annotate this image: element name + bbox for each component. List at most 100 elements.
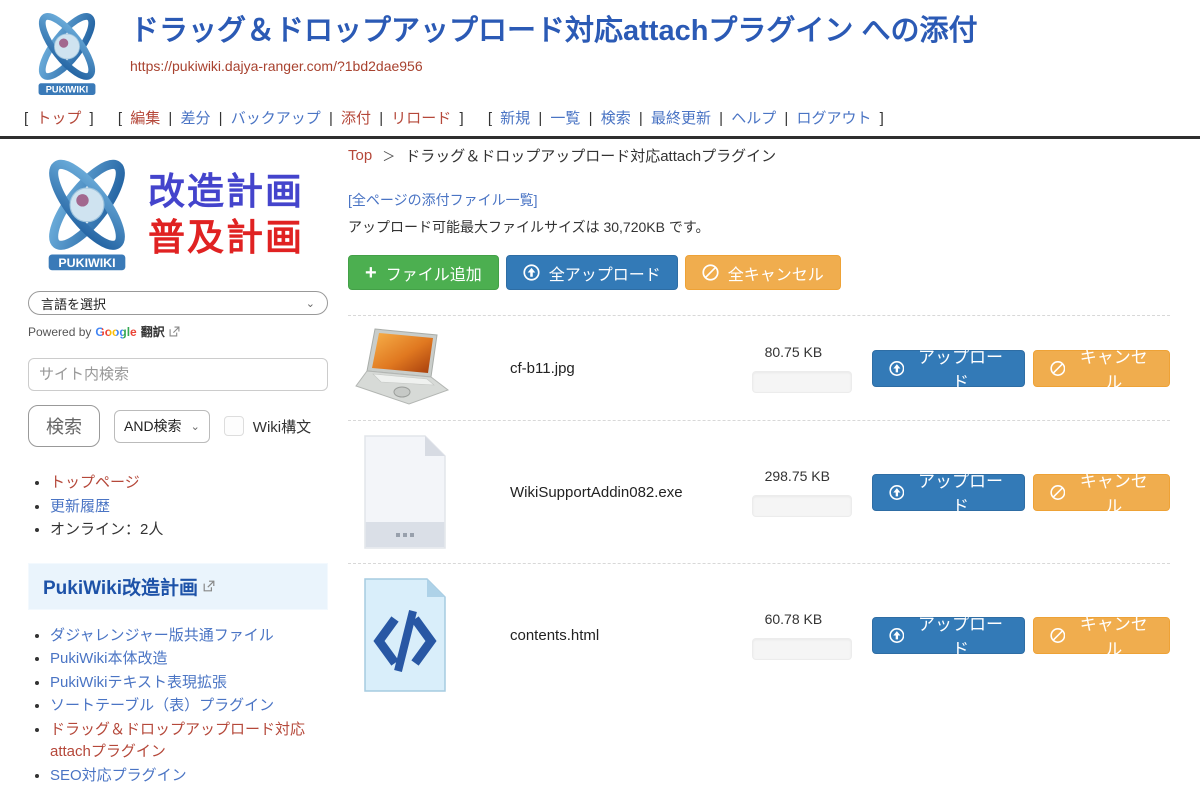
separator: |: [589, 110, 593, 127]
separator: |: [719, 110, 723, 127]
nav-list[interactable]: 一覧: [550, 110, 580, 127]
list-item: SEO対応プラグイン: [50, 765, 328, 788]
html-file-icon: [361, 575, 449, 695]
nav-diff[interactable]: 差分: [180, 110, 210, 127]
all-pages-attach-list-link[interactable]: [全ページの添付ファイル一覧]: [348, 190, 1170, 210]
ban-circle-icon: [1050, 627, 1066, 644]
sidebar-item-text-ext[interactable]: PukiWikiテキスト表現拡張: [50, 674, 227, 691]
external-link-icon: [169, 326, 180, 337]
sidebar-item-dnd-attach[interactable]: ドラッグ＆ドロップアップロード対応attachプラグイン: [50, 721, 305, 761]
sidebar: PUKIWIKI 改造計画 普及計画 言語を選択 ⌄ Powered by Go…: [28, 153, 328, 788]
wiki-syntax-checkbox[interactable]: [224, 416, 244, 436]
upload-toolbar: + ファイル追加 全アップロード 全キャンセル: [348, 255, 1170, 290]
upload-progress-bar: [752, 371, 852, 393]
external-link-icon: [203, 580, 215, 592]
list-item: ドラッグ＆ドロップアップロード対応attachプラグイン: [50, 719, 328, 764]
nav-help[interactable]: ヘルプ: [731, 110, 776, 127]
nav-recent[interactable]: 最終更新: [651, 110, 711, 127]
laptop-photo-thumbnail: [355, 327, 455, 409]
add-files-button[interactable]: + ファイル追加: [348, 255, 499, 290]
list-item: PukiWikiテキスト表現拡張: [50, 672, 328, 695]
cancel-button[interactable]: キャンセル: [1033, 474, 1170, 511]
nav-attach[interactable]: 添付: [341, 110, 371, 127]
page-title: ドラッグ＆ドロップアップロード対応attachプラグイン への添付: [130, 14, 977, 49]
breadcrumb: Top ＞ ドラッグ＆ドロップアップロード対応attachプラグイン: [348, 145, 1170, 166]
nav-reload[interactable]: リロード: [391, 110, 451, 127]
list-item: ソートテーブル（表）プラグイン: [50, 695, 328, 718]
list-item: PukiWiki本体改造: [50, 648, 328, 671]
sidebar-logo[interactable]: PUKIWIKI 改造計画 普及計画: [28, 153, 328, 277]
separator: |: [639, 110, 643, 127]
sidebar-item-toppage[interactable]: トップページ: [50, 474, 140, 491]
nav-search[interactable]: 検索: [601, 110, 631, 127]
sidebar-heading[interactable]: PukiWiki改造計画: [28, 563, 328, 610]
upload-button[interactable]: アップロード: [872, 617, 1025, 654]
search-mode-select[interactable]: AND検索 ⌄: [114, 410, 210, 443]
list-item: トップページ: [50, 472, 328, 495]
search-mode-value: AND検索: [124, 416, 182, 436]
separator: |: [219, 110, 223, 127]
list-item: ダジャレンジャー版共通ファイル: [50, 625, 328, 648]
cancel-all-button[interactable]: 全キャンセル: [685, 255, 841, 290]
main-content: Top ＞ ドラッグ＆ドロップアップロード対応attachプラグイン [全ページ…: [348, 145, 1200, 706]
nav-top[interactable]: トップ: [36, 110, 81, 127]
breadcrumb-current: ドラッグ＆ドロップアップロード対応attachプラグイン: [405, 145, 776, 166]
page-header: PUKIWIKI ドラッグ＆ドロップアップロード対応attachプラグイン への…: [0, 0, 1200, 100]
sidebar-item-common-files[interactable]: ダジャレンジャー版共通ファイル: [50, 627, 274, 644]
upload-circle-icon: [889, 627, 905, 644]
bracket: [: [118, 110, 122, 127]
sidebar-item-body-mod[interactable]: PukiWiki本体改造: [50, 650, 168, 667]
upload-circle-icon: [523, 264, 540, 281]
page-url[interactable]: https://pukiwiki.dajya-ranger.com/?1bd2d…: [130, 58, 977, 74]
sidebar-logo-text: 改造計画 普及計画: [148, 169, 304, 262]
upload-button[interactable]: アップロード: [872, 350, 1025, 387]
separator: |: [168, 110, 172, 127]
upload-all-button[interactable]: 全アップロード: [506, 255, 678, 290]
sidebar-item-sort-table[interactable]: ソートテーブル（表）プラグイン: [50, 697, 274, 714]
breadcrumb-home[interactable]: Top: [348, 147, 372, 164]
logo-caption: PUKIWIKI: [46, 84, 88, 94]
file-size: 298.75 KB: [752, 468, 852, 484]
sidebar-item-history[interactable]: 更新履歴: [50, 498, 110, 515]
nav-edit[interactable]: 編集: [130, 110, 160, 127]
bracket: [: [488, 110, 492, 127]
separator: |: [538, 110, 542, 127]
separator: |: [329, 110, 333, 127]
breadcrumb-separator: ＞: [382, 146, 395, 165]
bracket: ]: [880, 110, 884, 127]
file-name: cf-b11.jpg: [510, 360, 752, 377]
sidebar-item-seo[interactable]: SEO対応プラグイン: [50, 767, 187, 784]
language-select-value: 言語を選択: [41, 294, 106, 313]
ban-circle-icon: [1050, 484, 1066, 501]
chevron-down-icon: ⌄: [191, 420, 200, 433]
file-name: contents.html: [510, 627, 752, 644]
file-size: 80.75 KB: [752, 344, 852, 360]
upload-file-list: cf-b11.jpg 80.75 KB アップロード: [348, 315, 1170, 706]
sidebar-list-plugins: ダジャレンジャー版共通ファイル PukiWiki本体改造 PukiWikiテキス…: [34, 625, 328, 788]
file-row: WikiSupportAddin082.exe 298.75 KB アップロード: [348, 420, 1170, 563]
bracket: [: [24, 110, 28, 127]
cancel-button[interactable]: キャンセル: [1033, 617, 1170, 654]
separator: |: [784, 110, 788, 127]
sidebar-list-top: トップページ 更新履歴 オンライン：2人: [34, 472, 328, 542]
search-button[interactable]: 検索: [28, 405, 100, 447]
chevron-down-icon: ⌄: [306, 297, 315, 310]
nav-logout[interactable]: ログアウト: [796, 110, 871, 127]
nav-backup[interactable]: バックアップ: [231, 110, 321, 127]
generic-file-icon: [361, 432, 449, 552]
nav-new[interactable]: 新規: [500, 110, 530, 127]
bracket: ]: [459, 110, 463, 127]
bracket: ]: [90, 110, 94, 127]
plus-icon: +: [365, 263, 377, 283]
upload-button[interactable]: アップロード: [872, 474, 1025, 511]
site-search-input[interactable]: [28, 358, 328, 391]
google-logo: Google: [95, 325, 136, 339]
cancel-button[interactable]: キャンセル: [1033, 350, 1170, 387]
ban-circle-icon: [702, 264, 719, 281]
pukiwiki-atom-logo[interactable]: PUKIWIKI: [18, 8, 116, 100]
upload-progress-bar: [752, 638, 852, 660]
language-select[interactable]: 言語を選択 ⌄: [28, 291, 328, 315]
list-item: 更新履歴: [50, 496, 328, 519]
sidebar-atom-icon: PUKIWIKI: [28, 153, 146, 277]
sidebar-item-online: オンライン：2人: [50, 521, 163, 538]
